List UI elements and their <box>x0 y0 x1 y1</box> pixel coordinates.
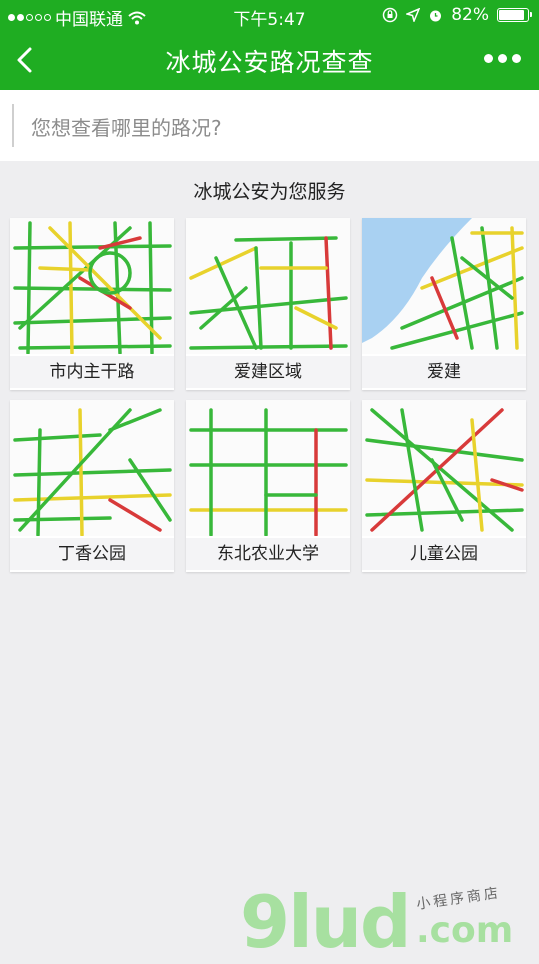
traffic-map-thumbnail <box>362 400 526 536</box>
battery-percent: 82% <box>451 5 489 25</box>
card-label: 儿童公园 <box>362 538 526 570</box>
map-card[interactable]: 东北农业大学 <box>186 400 350 572</box>
section-title: 冰城公安为您服务 <box>193 181 346 203</box>
watermark-logo: 9lud <box>240 880 412 964</box>
card-label: 丁香公园 <box>10 538 174 570</box>
map-card[interactable]: 儿童公园 <box>362 400 526 572</box>
traffic-map-thumbnail <box>10 218 174 354</box>
rotation-lock-icon <box>382 7 398 23</box>
battery-icon <box>497 8 532 22</box>
traffic-map-thumbnail <box>186 218 350 354</box>
search-placeholder: 您想查看哪里的路况? <box>31 116 222 140</box>
status-bar: 中国联通 下午5:47 82% <box>0 0 539 30</box>
search-accent-bar <box>12 104 14 147</box>
card-label: 市内主干路 <box>10 356 174 388</box>
card-label: 爱建区域 <box>186 356 350 388</box>
page-title: 冰城公安路况查查 <box>165 48 374 77</box>
map-card[interactable]: 丁香公园 <box>10 400 174 572</box>
card-label: 东北农业大学 <box>186 538 350 570</box>
alarm-icon <box>430 10 442 21</box>
map-card[interactable]: 市内主干路 <box>10 218 174 390</box>
map-card[interactable]: 爱建 <box>362 218 526 390</box>
search-box[interactable]: 您想查看哪里的路况? <box>0 90 539 161</box>
traffic-map-thumbnail <box>362 218 526 354</box>
watermark: 9lud 小程序商店 .com <box>240 880 530 964</box>
watermark-domain: .com <box>416 910 514 951</box>
map-card[interactable]: 爱建区域 <box>186 218 350 390</box>
nav-bar: 冰城公安路况查查 <box>0 30 539 90</box>
traffic-map-thumbnail <box>10 400 174 536</box>
more-menu-icon[interactable] <box>484 54 521 63</box>
status-right: 82% <box>382 5 532 25</box>
card-label: 爱建 <box>362 356 526 388</box>
traffic-map-thumbnail <box>186 400 350 536</box>
location-arrow-icon <box>406 8 421 22</box>
